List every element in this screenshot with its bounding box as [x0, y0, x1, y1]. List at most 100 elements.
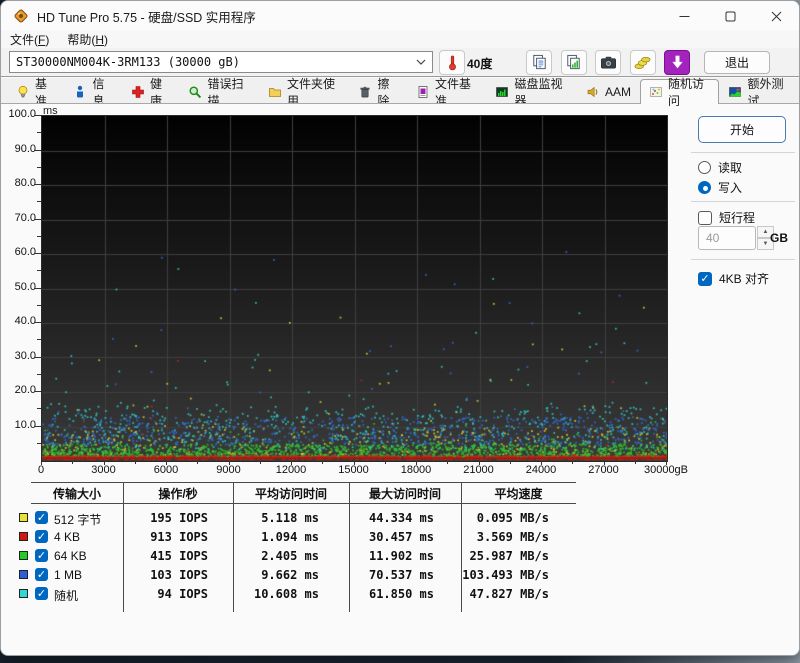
x-axis-label: 21000	[463, 464, 494, 476]
iops-value: 195 IOPS	[150, 511, 208, 525]
shortstroke-label: 短行程	[719, 211, 756, 225]
close-button[interactable]	[753, 1, 799, 31]
series-color-swatch	[19, 589, 28, 598]
monitor-icon	[495, 85, 509, 99]
max-time-value: 11.902 ms	[368, 549, 434, 563]
speed-value: 0.095 MB/s	[476, 511, 549, 525]
x-axis-label: 30000gB	[643, 464, 689, 476]
tabbar: 基准 信息 健康 错误扫描 文件夹使用 擦除 文件基准 磁盘监视器 AAM 随机访问 额外测试	[1, 77, 799, 108]
tab-file-benchmark[interactable]: 文件基准	[407, 77, 487, 108]
copy-chart-button[interactable]	[560, 50, 587, 75]
y-axis-label: 40.0	[14, 315, 36, 327]
tab-erase[interactable]: 擦除	[349, 77, 406, 108]
download-icon	[668, 53, 687, 72]
y-axis-tick	[37, 408, 41, 410]
y-axis-tick	[37, 235, 41, 237]
y-axis-tick	[37, 132, 41, 134]
y-axis-tick	[37, 339, 41, 341]
avg-time-value: 9.662 ms	[261, 568, 319, 582]
screenshot-button[interactable]	[595, 50, 621, 75]
divider	[691, 201, 795, 202]
write-radio[interactable]: 写入	[698, 179, 742, 196]
size-label: 4 KB	[54, 530, 81, 544]
maximize-button[interactable]	[707, 1, 753, 31]
max-time-value: 44.334 ms	[368, 511, 434, 525]
tab-label: AAM	[604, 85, 631, 99]
x-axis-label: 9000	[216, 464, 241, 476]
y-axis-label: 80.0	[14, 177, 36, 189]
radio-icon	[698, 161, 711, 174]
copy-chart-icon	[564, 53, 583, 72]
checkbox-icon: ✓	[698, 271, 712, 286]
column-header: 平均访问时间	[254, 487, 327, 501]
tab-folder-usage[interactable]: 文件夹使用	[259, 77, 350, 108]
avg-time-value: 10.608 ms	[253, 587, 319, 601]
start-button[interactable]: 开始	[698, 116, 786, 143]
menu-item-file[interactable]: 文件(F)	[1, 30, 58, 49]
row-checkbox[interactable]: ✓	[35, 530, 48, 543]
tab-aam[interactable]: AAM	[577, 80, 640, 103]
tab-error-scan[interactable]: 错误扫描	[179, 77, 259, 108]
y-axis-label: 100.0	[8, 108, 36, 120]
folder-icon	[268, 85, 282, 99]
menu-item-help[interactable]: 帮助(H)	[58, 30, 117, 49]
iops-value: 913 IOPS	[150, 530, 208, 544]
y-axis-tick	[37, 304, 41, 306]
row-checkbox[interactable]: ✓	[35, 587, 48, 600]
x-axis-label: 24000	[525, 464, 557, 476]
row-checkbox[interactable]: ✓	[35, 549, 48, 562]
tab-label: 随机访问	[667, 77, 704, 108]
temperature-button[interactable]	[439, 50, 465, 75]
row-checkbox[interactable]: ✓	[35, 511, 48, 524]
row-checkbox[interactable]: ✓	[35, 568, 48, 581]
avg-time-value: 5.118 ms	[261, 511, 319, 525]
table-row: ✓ 4 KB 913 IOPS 1.094 ms 30.457 ms 3.569 MB/s	[1, 529, 581, 547]
health-icon	[131, 85, 145, 99]
minimize-button[interactable]	[661, 1, 707, 31]
iops-value: 103 IOPS	[150, 568, 208, 582]
tab-info[interactable]: 信息	[64, 77, 121, 108]
speed-value: 25.987 MB/s	[469, 549, 549, 563]
y-axis-label: 60.0	[14, 246, 36, 258]
tab-random-access[interactable]: 随机访问	[639, 77, 720, 108]
copy-results-button[interactable]	[526, 50, 552, 75]
x-axis-label: 27000	[588, 464, 619, 476]
max-time-value: 70.537 ms	[368, 568, 434, 582]
shortstroke-checkbox[interactable]: 短行程	[698, 209, 755, 226]
avg-time-value: 1.094 ms	[261, 530, 319, 544]
drive-select[interactable]: ST30000NM004K-3RM133 (30000 gB)	[9, 51, 433, 73]
latency-scatter-chart	[41, 115, 668, 462]
coins-button[interactable]	[629, 50, 656, 75]
size-label: 512 字节	[54, 513, 102, 527]
table-rule	[31, 503, 576, 504]
speed-value: 47.827 MB/s	[469, 587, 549, 601]
filebench-icon	[416, 85, 430, 99]
tab-health[interactable]: 健康	[122, 77, 179, 108]
save-button[interactable]	[664, 50, 690, 75]
y-axis-label: 70.0	[14, 211, 36, 224]
radio-icon	[698, 181, 711, 194]
tab-disk-monitor[interactable]: 磁盘监视器	[486, 77, 577, 108]
max-time-value: 61.850 ms	[368, 587, 434, 601]
exit-button[interactable]: 退出	[704, 51, 770, 74]
align-checkbox[interactable]: ✓ 4KB 对齐	[698, 270, 769, 287]
capacity-input[interactable]: 40	[698, 226, 756, 250]
size-label: 随机	[54, 589, 79, 603]
extra-icon	[728, 85, 742, 99]
app-window: HD Tune Pro 5.75 - 硬盘/SSD 实用程序 文件(F) 帮助(H…	[0, 0, 800, 656]
read-radio[interactable]: 读取	[698, 159, 742, 176]
copy-icon	[530, 53, 549, 72]
capacity-unit: GB	[770, 231, 788, 245]
table-row: ✓ 64 KB 415 IOPS 2.405 ms 11.902 ms 25.987 MB…	[1, 548, 581, 566]
hdtune-logo-icon	[13, 8, 29, 24]
table-row: ✓ 512 字节 195 IOPS 5.118 ms 44.334 ms 0.095 MB…	[1, 510, 581, 528]
tab-extra-tests[interactable]: 额外测试	[719, 77, 799, 108]
camera-icon	[599, 53, 618, 72]
column-header: 传输大小	[52, 487, 101, 501]
size-label: 64 KB	[54, 549, 87, 563]
thermometer-icon	[448, 55, 456, 71]
y-axis-tick	[37, 373, 41, 375]
menubar: 文件(F) 帮助(H)	[1, 30, 799, 48]
series-color-swatch	[19, 551, 28, 560]
tab-benchmark[interactable]: 基准	[7, 77, 64, 108]
